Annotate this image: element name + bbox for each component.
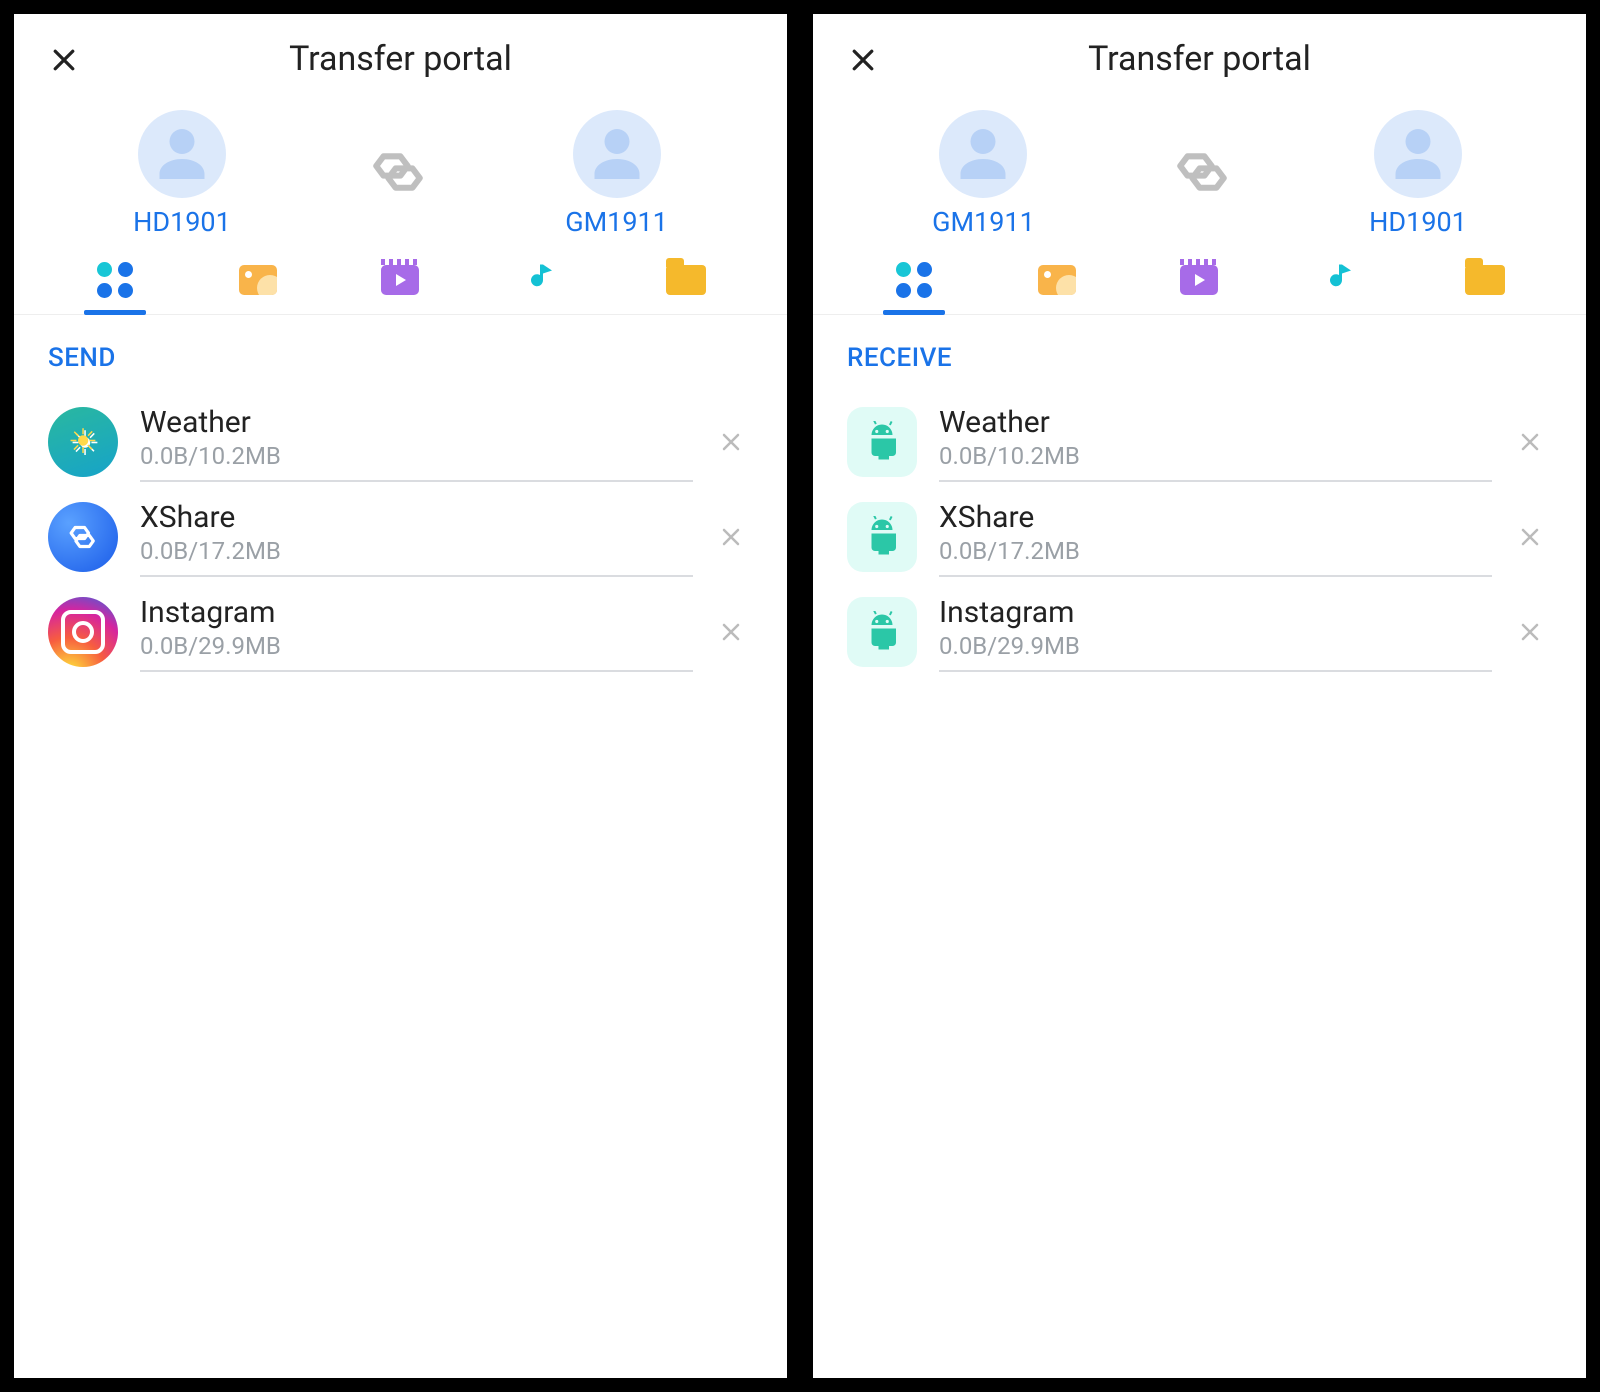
- item-meta: 0.0B/10.2MB: [140, 442, 693, 470]
- progress-bar: [140, 480, 693, 482]
- list-item: Weather 0.0B/10.2MB: [40, 387, 761, 482]
- item-name: Instagram: [939, 595, 1492, 630]
- category-tabs: [813, 242, 1586, 315]
- tab-music[interactable]: [516, 260, 570, 314]
- app-icon-android: [847, 407, 917, 477]
- cancel-icon: [719, 525, 743, 549]
- videos-icon: [381, 265, 419, 295]
- cancel-icon: [1518, 525, 1542, 549]
- tab-music[interactable]: [1315, 260, 1369, 314]
- peer-left-name: GM1911: [932, 206, 1035, 238]
- progress-bar: [140, 670, 693, 672]
- tab-photos[interactable]: [231, 260, 285, 314]
- item-meta: 0.0B/17.2MB: [939, 537, 1492, 565]
- music-icon: [525, 260, 561, 300]
- avatar-icon: [939, 110, 1027, 198]
- progress-bar: [939, 480, 1492, 482]
- list-item: Instagram 0.0B/29.9MB: [40, 577, 761, 672]
- cancel-button[interactable]: [715, 426, 747, 458]
- app-icon-android: [847, 502, 917, 572]
- peer-left-name: HD1901: [133, 206, 231, 238]
- close-icon: [848, 45, 878, 75]
- list-item: Instagram 0.0B/29.9MB: [839, 577, 1560, 672]
- cancel-icon: [1518, 620, 1542, 644]
- cancel-icon: [719, 430, 743, 454]
- transfer-link-icon: [369, 143, 427, 205]
- peer-right-name: HD1901: [1369, 206, 1467, 238]
- peer-right[interactable]: GM1911: [565, 110, 668, 238]
- app-icon-android: [847, 597, 917, 667]
- item-name: XShare: [140, 500, 693, 535]
- section-label: SEND: [14, 315, 787, 383]
- section-label: RECEIVE: [813, 315, 1586, 383]
- tab-videos[interactable]: [1172, 260, 1226, 314]
- item-meta: 0.0B/10.2MB: [939, 442, 1492, 470]
- peer-right[interactable]: HD1901: [1369, 110, 1467, 238]
- page-title: Transfer portal: [1088, 39, 1311, 79]
- transfer-link-icon: [1173, 143, 1231, 205]
- progress-bar: [939, 670, 1492, 672]
- peer-left[interactable]: GM1911: [932, 110, 1035, 238]
- list-item: XShare 0.0B/17.2MB: [839, 482, 1560, 577]
- avatar-icon: [1374, 110, 1462, 198]
- cancel-button[interactable]: [1514, 521, 1546, 553]
- progress-bar: [939, 575, 1492, 577]
- photos-icon: [1038, 265, 1076, 295]
- panel-receive: Transfer portal GM1911 HD1901: [813, 14, 1586, 1378]
- app-icon-xshare: [48, 502, 118, 572]
- panel-send: Transfer portal HD1901 GM1911: [14, 14, 787, 1378]
- item-meta: 0.0B/29.9MB: [939, 632, 1492, 660]
- header: Transfer portal: [813, 14, 1586, 104]
- avatar-icon: [138, 110, 226, 198]
- header: Transfer portal: [14, 14, 787, 104]
- files-icon: [666, 265, 706, 295]
- cancel-button[interactable]: [1514, 616, 1546, 648]
- tab-videos[interactable]: [373, 260, 427, 314]
- music-icon: [1324, 260, 1360, 300]
- tab-photos[interactable]: [1030, 260, 1084, 314]
- peer-left[interactable]: HD1901: [133, 110, 231, 238]
- cancel-icon: [719, 620, 743, 644]
- close-icon: [49, 45, 79, 75]
- cancel-button[interactable]: [1514, 426, 1546, 458]
- tab-files[interactable]: [659, 260, 713, 314]
- photos-icon: [239, 265, 277, 295]
- progress-bar: [140, 575, 693, 577]
- item-name: Instagram: [140, 595, 693, 630]
- peer-right-name: GM1911: [565, 206, 668, 238]
- transfer-list: Weather 0.0B/10.2MB XShare 0.0B/17.2MB: [14, 383, 787, 676]
- page-title: Transfer portal: [289, 39, 512, 79]
- close-button[interactable]: [843, 40, 883, 80]
- item-meta: 0.0B/17.2MB: [140, 537, 693, 565]
- tab-apps[interactable]: [887, 260, 941, 314]
- transfer-list: Weather 0.0B/10.2MB XShare 0.0B/17.2MB: [813, 383, 1586, 676]
- apps-icon: [97, 262, 133, 298]
- tab-apps[interactable]: [88, 260, 142, 314]
- item-name: Weather: [939, 405, 1492, 440]
- cancel-button[interactable]: [715, 616, 747, 648]
- apps-icon: [896, 262, 932, 298]
- category-tabs: [14, 242, 787, 315]
- item-name: XShare: [939, 500, 1492, 535]
- cancel-icon: [1518, 430, 1542, 454]
- app-icon-weather: [48, 407, 118, 477]
- list-item: XShare 0.0B/17.2MB: [40, 482, 761, 577]
- close-button[interactable]: [44, 40, 84, 80]
- avatar-icon: [573, 110, 661, 198]
- item-name: Weather: [140, 405, 693, 440]
- videos-icon: [1180, 265, 1218, 295]
- app-icon-instagram: [48, 597, 118, 667]
- peer-row: GM1911 HD1901: [813, 104, 1586, 242]
- item-meta: 0.0B/29.9MB: [140, 632, 693, 660]
- files-icon: [1465, 265, 1505, 295]
- peer-row: HD1901 GM1911: [14, 104, 787, 242]
- tab-files[interactable]: [1458, 260, 1512, 314]
- list-item: Weather 0.0B/10.2MB: [839, 387, 1560, 482]
- cancel-button[interactable]: [715, 521, 747, 553]
